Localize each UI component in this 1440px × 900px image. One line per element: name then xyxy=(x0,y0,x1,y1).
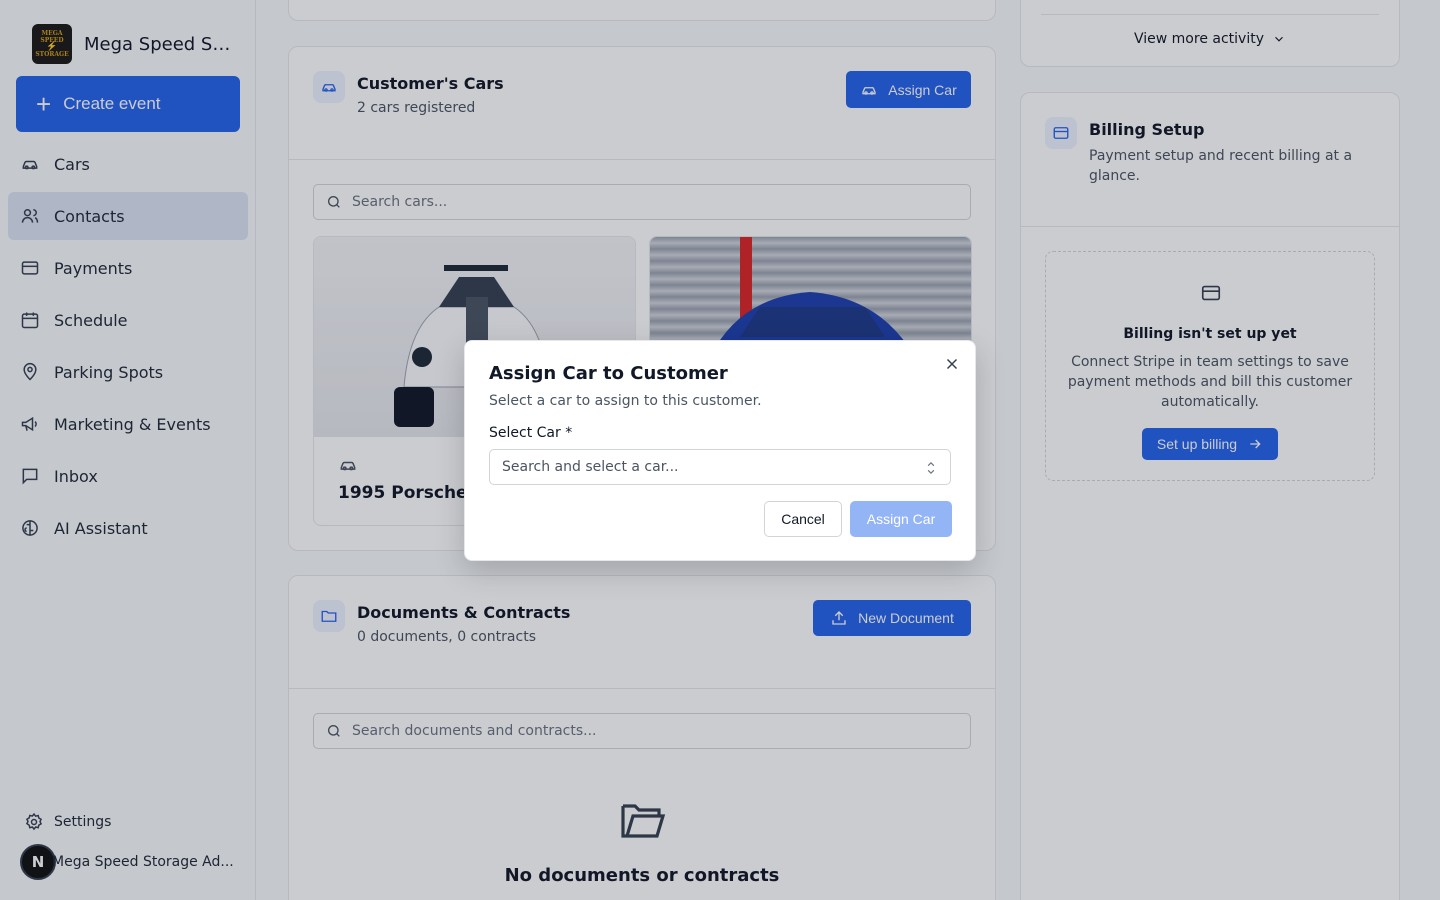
close-icon[interactable] xyxy=(943,355,961,373)
cancel-button[interactable]: Cancel xyxy=(764,501,842,537)
assign-car-submit-button[interactable]: Assign Car xyxy=(850,501,952,537)
dialog-subtitle: Select a car to assign to this customer. xyxy=(489,393,762,409)
select-car-combobox[interactable]: Search and select a car... xyxy=(489,449,951,485)
dialog-title: Assign Car to Customer xyxy=(489,363,728,384)
select-car-placeholder: Search and select a car... xyxy=(502,459,679,475)
assign-car-dialog: Assign Car to Customer Select a car to a… xyxy=(464,340,976,561)
chevron-up-down-icon xyxy=(927,462,935,474)
select-car-label: Select Car * xyxy=(489,425,573,441)
